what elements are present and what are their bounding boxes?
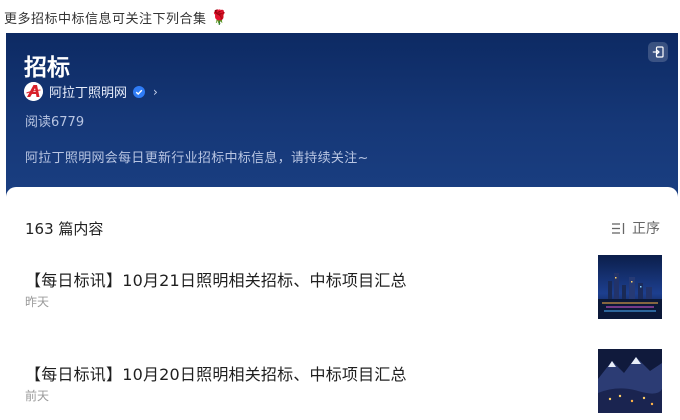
collection-note-text: 更多招标中标信息可关注下列合集 <box>4 12 207 27</box>
article-count: 163 篇内容 <box>25 220 104 238</box>
article-title: 【每日标讯】10月21日照明相关招标、中标项目汇总 <box>25 271 407 290</box>
article-item[interactable]: 【每日标讯】10月20日照明相关招标、中标项目汇总 前天 <box>6 349 678 417</box>
exit-button[interactable] <box>648 42 668 62</box>
article-item[interactable]: 【每日标讯】10月21日照明相关招标、中标项目汇总 昨天 <box>6 255 678 323</box>
collection-title: 招标 <box>24 55 70 81</box>
read-count: 阅读6779 <box>25 115 85 130</box>
account-link[interactable]: 阿拉丁照明网 › <box>24 82 158 101</box>
article-title: 【每日标讯】10月20日照明相关招标、中标项目汇总 <box>25 365 407 384</box>
sort-label: 正序 <box>632 221 660 237</box>
account-name: 阿拉丁照明网 <box>49 86 128 101</box>
chevron-right-icon: › <box>153 84 158 99</box>
collection-header: 招标 阿拉丁照明网 › 阅读6779 阿拉丁照明网会每日更新行业招标中标信息，请… <box>6 33 678 203</box>
account-logo <box>24 82 43 101</box>
verified-icon <box>133 85 146 98</box>
collection-description: 阿拉丁照明网会每日更新行业招标中标信息，请持续关注~ <box>25 151 369 166</box>
article-time: 昨天 <box>25 295 50 309</box>
exit-icon <box>652 46 664 58</box>
article-time: 前天 <box>25 389 50 403</box>
article-list-panel: 163 篇内容 正序 【每日标讯】10月21日照明相关招标、中标项目汇总 昨天 <box>6 187 678 420</box>
rose-icon: 🌹 <box>210 9 229 26</box>
article-thumbnail <box>598 255 662 319</box>
article-thumbnail <box>598 349 662 413</box>
sort-icon <box>612 222 625 234</box>
collection-note: 更多招标中标信息可关注下列合集 🌹 <box>4 8 229 28</box>
sort-button[interactable]: 正序 <box>611 218 660 238</box>
